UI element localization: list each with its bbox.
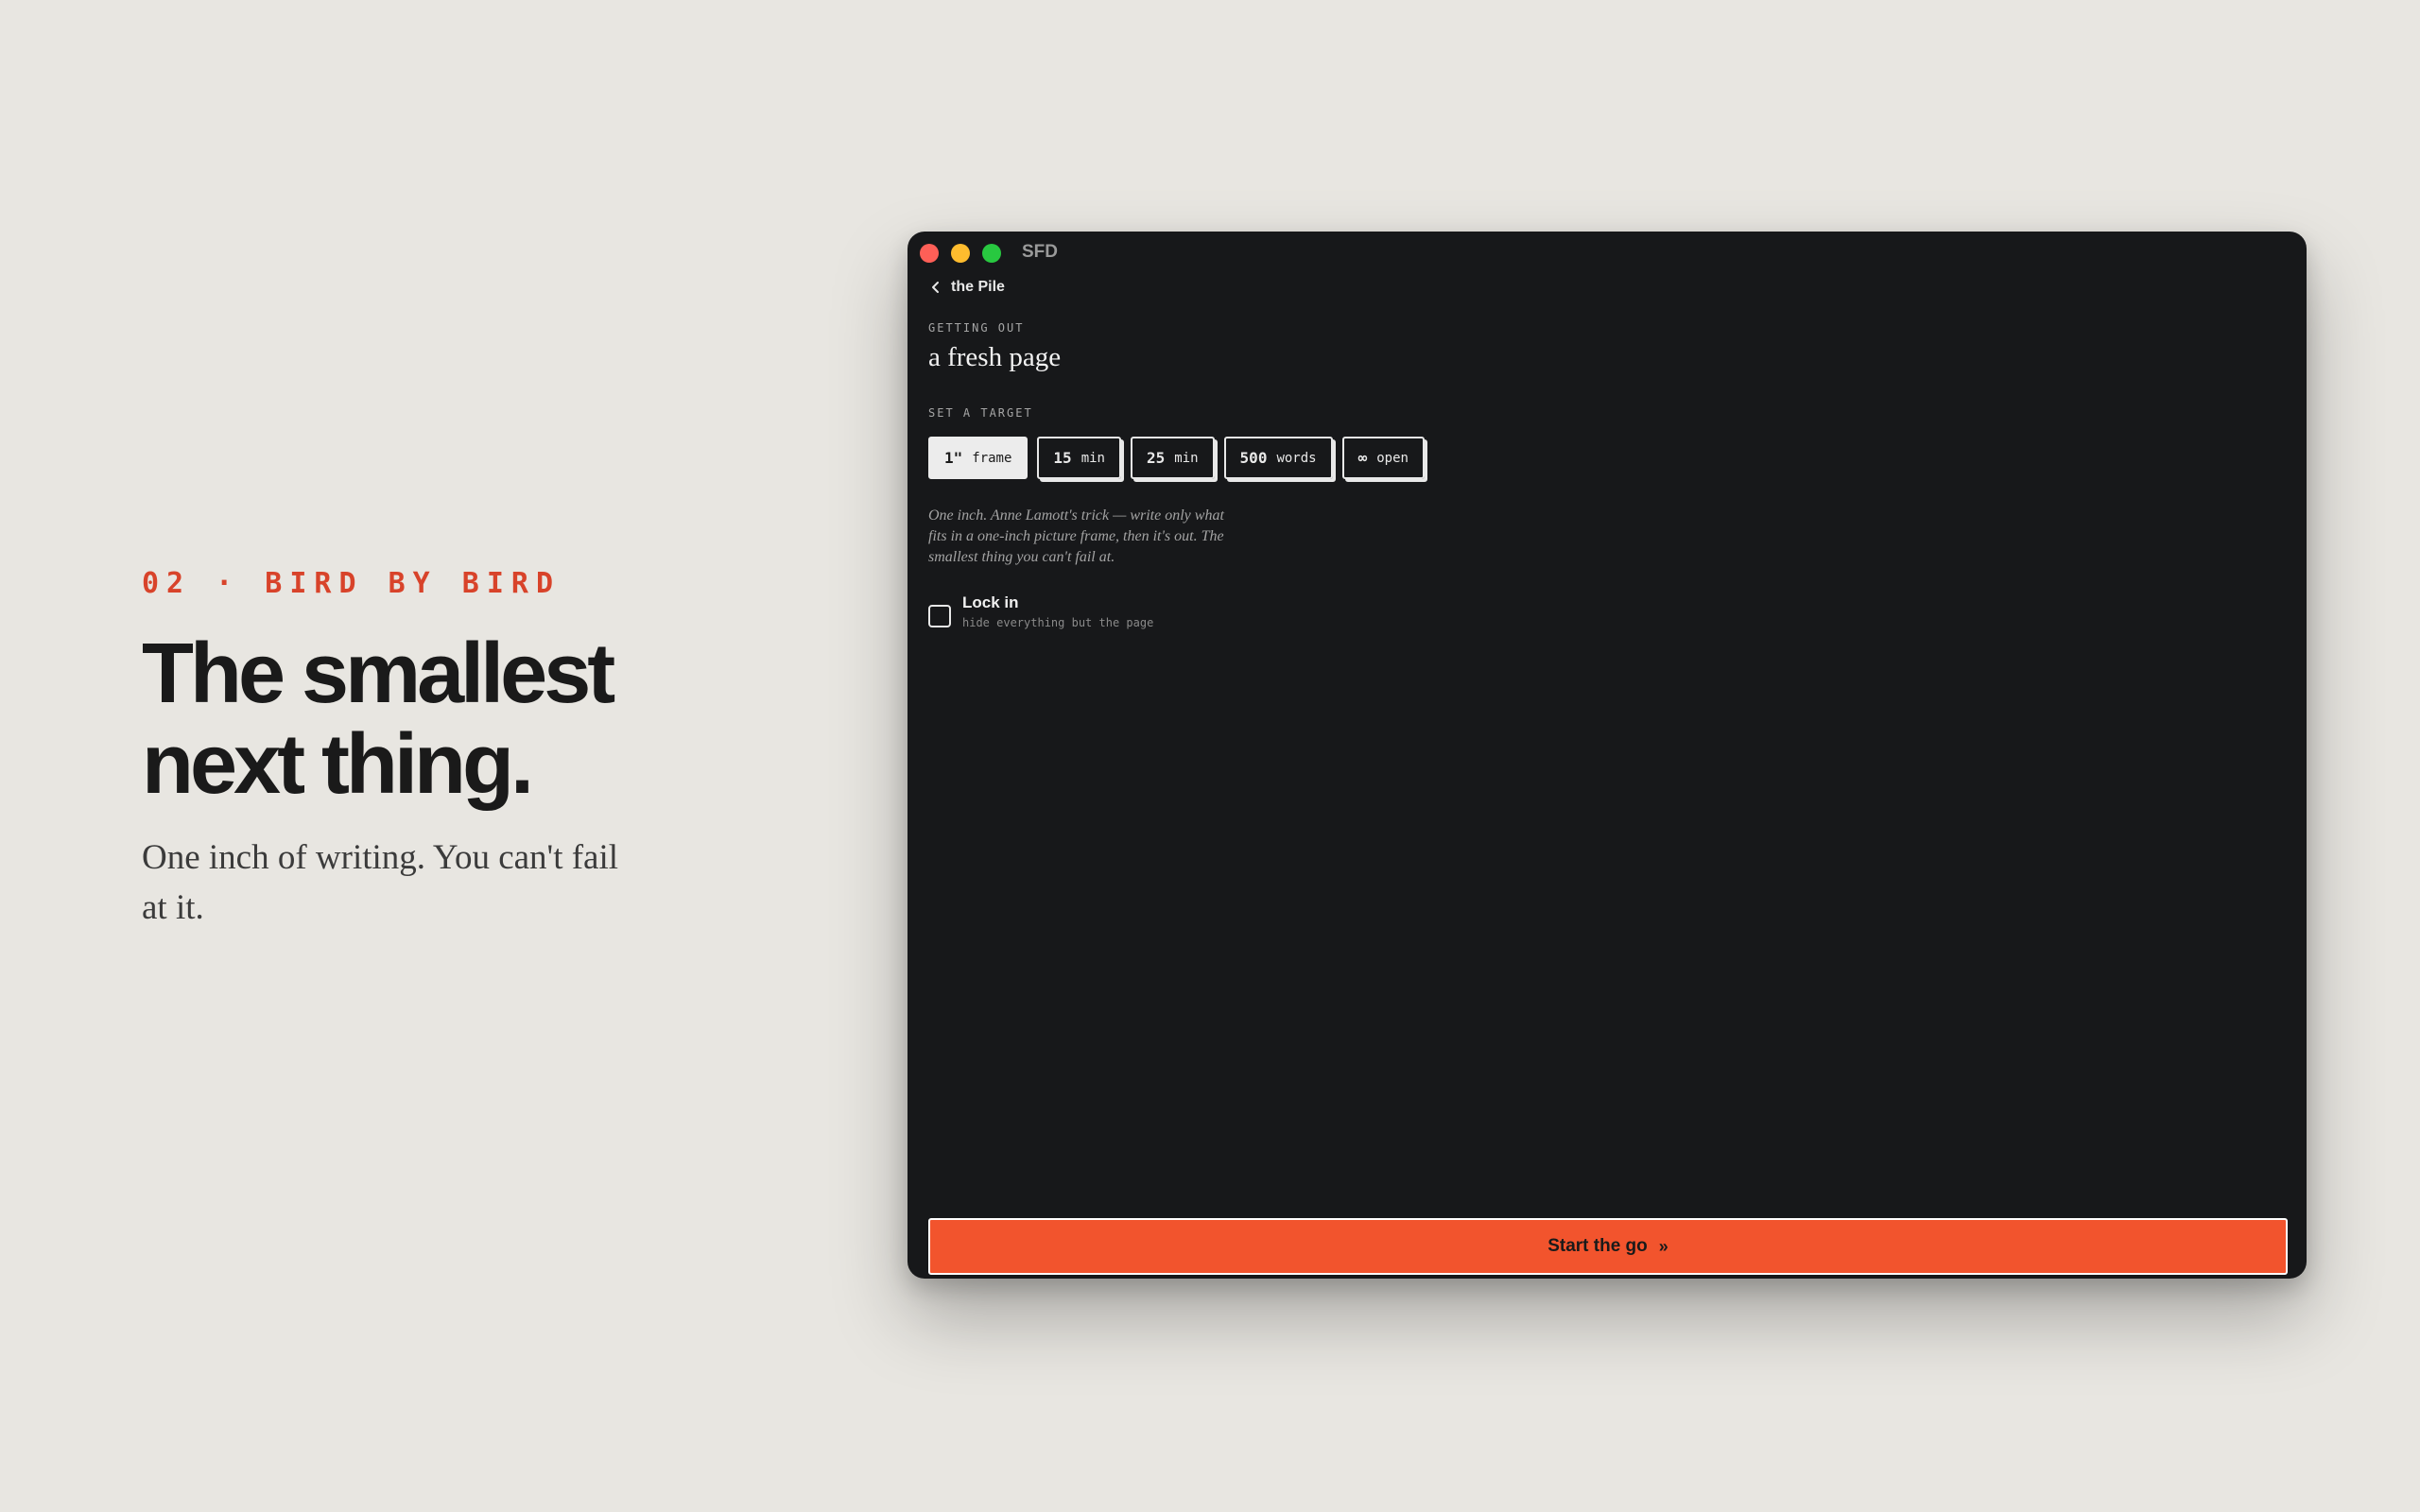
hero-headline-line2: next thing. <box>142 717 534 812</box>
target-unit: open <box>1376 450 1409 466</box>
target-option-25-min[interactable]: 25 min <box>1130 437 1215 479</box>
target-unit: words <box>1276 450 1317 466</box>
double-chevron-right-icon: » <box>1658 1236 1668 1256</box>
hero-subhead: One inch of writing. You can't fail at i… <box>142 838 619 927</box>
start-button-label: Start the go <box>1547 1236 1648 1256</box>
document-title: a fresh page <box>928 342 1062 372</box>
start-button[interactable]: Start the go » <box>928 1218 2288 1275</box>
target-value: 15 <box>1053 449 1072 467</box>
back-link-label: the Pile <box>951 279 1005 295</box>
minimize-window-button[interactable] <box>951 244 970 263</box>
target-value: 25 <box>1146 449 1166 467</box>
app-window: SFD the Pile GETTING OUT a fresh page SE… <box>908 232 2307 1279</box>
target-description: One inch. Anne Lamott's trick — write on… <box>928 507 1224 565</box>
window-titlebar: SFD <box>908 232 2307 273</box>
section-label-getting-out: GETTING OUT <box>928 321 1025 335</box>
target-option-frame[interactable]: 1" frame <box>928 437 1028 479</box>
close-window-button[interactable] <box>920 244 939 263</box>
hero-headline-line1: The smallest <box>142 627 615 721</box>
target-value: 500 <box>1239 449 1268 467</box>
back-link[interactable]: the Pile <box>928 279 1005 296</box>
infinity-icon: ∞ <box>1357 449 1368 467</box>
target-value: 1" <box>944 449 963 467</box>
lock-in-label: Lock in <box>962 593 1019 611</box>
target-option-15-min[interactable]: 15 min <box>1037 437 1121 479</box>
window-title: SFD <box>1022 242 1058 262</box>
lock-in-text: Lock in hide everything but the page <box>962 593 1153 629</box>
target-option-open[interactable]: ∞ open <box>1341 437 1425 479</box>
zoom-window-button[interactable] <box>982 244 1001 263</box>
hero-headline: The smallest next thing. <box>142 628 747 810</box>
target-unit: min <box>1080 450 1105 466</box>
target-option-500-words[interactable]: 500 words <box>1223 437 1333 479</box>
target-unit: frame <box>972 450 1012 466</box>
lock-in-checkbox[interactable] <box>928 605 951 627</box>
chevron-left-icon <box>928 280 943 295</box>
hero: 02 · BIRD BY BIRD The smallest next thin… <box>142 567 747 933</box>
lock-in-option: Lock in hide everything but the page <box>928 593 1153 629</box>
section-label-target: SET A TARGET <box>928 406 1033 420</box>
hero-eyebrow: 02 · BIRD BY BIRD <box>142 567 562 600</box>
target-options: 1" frame 15 min 25 min 500 words ∞ open <box>928 437 1425 479</box>
lock-in-hint: hide everything but the page <box>962 616 1154 629</box>
target-unit: min <box>1174 450 1199 466</box>
